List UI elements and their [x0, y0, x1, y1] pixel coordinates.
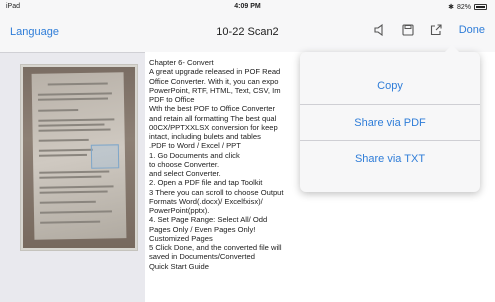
status-time: 4:09 PM [234, 3, 261, 10]
text-line: Pages Only / Even Pages Only! [149, 224, 256, 234]
speaker-icon[interactable] [373, 23, 387, 37]
share-via-pdf-option[interactable]: Share via PDF [300, 104, 480, 141]
text-line: Formats Word(.docx)/ Excelfxisx)/ [149, 196, 263, 206]
text-line: Customized Pages [149, 233, 213, 243]
status-bar: iPad 4:09 PM ✱ 82% [0, 0, 495, 14]
done-button[interactable]: Done [459, 24, 485, 36]
share-menu: Copy Share via PDF Share via TXT [300, 44, 480, 192]
text-line: saved in Documents/Converted [149, 252, 255, 262]
share-icon[interactable] [429, 23, 443, 37]
scan-photo [23, 67, 135, 248]
text-line: 5 Click Done, and the converted file wil… [149, 243, 282, 252]
status-right: ✱ 82% [448, 3, 487, 11]
share-via-txt-option[interactable]: Share via TXT [300, 140, 480, 177]
text-line: Quick Start Guide [149, 261, 209, 271]
battery-percent: 82% [456, 3, 471, 11]
nav-bar: Language 10-22 Scan2 Done [0, 14, 495, 53]
nav-actions: Done [373, 23, 485, 37]
text-line: PowerPoint(pptx). [149, 206, 210, 215]
scanned-page-image [31, 72, 127, 240]
text-line: 4. Set Page Range: Select All/ Odd [149, 215, 268, 225]
bluetooth-icon: ✱ [448, 4, 454, 11]
battery-icon [474, 4, 487, 10]
copy-option[interactable]: Copy [300, 68, 480, 104]
save-icon[interactable] [401, 23, 415, 37]
scan-thumbnail[interactable] [20, 64, 138, 251]
